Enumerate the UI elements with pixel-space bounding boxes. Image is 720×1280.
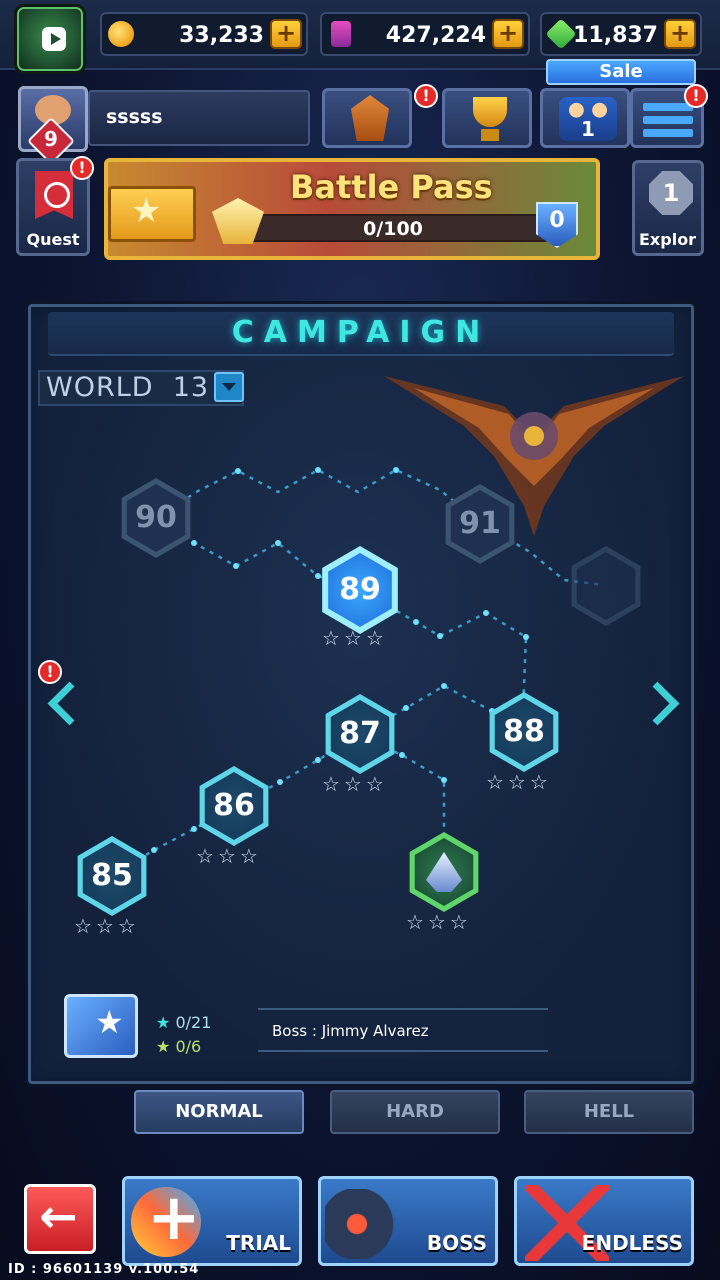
campaign-title: CAMPAIGN — [231, 315, 491, 350]
player-name: sssss — [106, 106, 163, 128]
quest-banner-icon — [35, 171, 73, 219]
star-icon: ★ — [156, 1013, 171, 1032]
star-requirement: ★ 0/21 — [156, 1013, 211, 1032]
bonus-requirement: ★ 0/6 — [156, 1037, 201, 1056]
card-counter: 427,224 + — [320, 12, 530, 56]
play-icon — [42, 27, 66, 51]
rank-alert-icon: ! — [414, 84, 438, 108]
stage-85[interactable]: 85 — [72, 836, 152, 916]
gem-counter: 11,837 + — [540, 12, 702, 56]
battle-pass-level: 0 — [549, 208, 565, 233]
bonus-star-icon: ★ — [156, 1037, 171, 1056]
explore-button[interactable]: 1 Explor — [632, 160, 704, 256]
trophy-icon — [473, 97, 507, 127]
stage-89-stars: ☆☆☆ — [322, 626, 388, 650]
stage-number: 91 — [459, 506, 501, 541]
stage-87-stars: ☆☆☆ — [322, 772, 388, 796]
quest-label: Quest — [26, 230, 80, 249]
stars-required-value: 0/21 — [175, 1013, 212, 1032]
trial-label: TRIAL — [226, 1231, 291, 1255]
add-coins-button[interactable]: + — [270, 19, 302, 49]
gem-icon — [545, 18, 577, 50]
reward-chest-icon[interactable] — [64, 994, 138, 1058]
stage-locked-next — [566, 546, 646, 626]
bonus-stars-value: 0/6 — [175, 1037, 202, 1056]
endless-mode-button[interactable]: ENDLESS — [514, 1176, 694, 1266]
trophy-button[interactable] — [442, 88, 532, 148]
back-button[interactable] — [24, 1184, 96, 1254]
explore-label: Explor — [639, 230, 697, 249]
stage-86[interactable]: 86 — [194, 766, 274, 846]
stage-88[interactable]: 88 — [484, 692, 564, 772]
tab-hell[interactable]: HELL — [524, 1090, 694, 1134]
boss-phoenix-icon — [384, 376, 684, 536]
coin-counter: 33,233 + — [100, 12, 308, 56]
battle-pass-progress-text: 0/100 — [363, 218, 423, 240]
stage-boss-stars: ☆☆☆ — [406, 910, 472, 934]
stage-number: 89 — [339, 572, 381, 607]
player-level: 9 — [44, 127, 58, 151]
gem-value: 11,837 — [573, 23, 658, 48]
tab-normal[interactable]: NORMAL — [134, 1090, 304, 1134]
stage-91[interactable]: 91 — [440, 484, 520, 564]
coin-value: 33,233 — [179, 23, 264, 48]
explore-count: 1 — [662, 179, 680, 207]
player-id-version: ID : 96601139 v.100.54 — [8, 1262, 200, 1277]
card-value: 427,224 — [385, 23, 486, 48]
team-button[interactable]: 1 — [540, 88, 630, 148]
boss-eye-icon — [325, 1189, 405, 1259]
battle-pass-progress-bar: 0/100 — [238, 214, 548, 242]
rank-icon — [351, 95, 389, 141]
trial-mode-button[interactable]: TRIAL — [122, 1176, 302, 1266]
world-alert-icon: ! — [38, 660, 62, 684]
stage-boss[interactable] — [404, 832, 484, 912]
tab-hard[interactable]: HARD — [330, 1090, 500, 1134]
prev-world-arrow-icon[interactable] — [42, 684, 82, 724]
add-gems-button[interactable]: + — [664, 19, 696, 49]
stage-number: 90 — [135, 500, 177, 535]
sale-badge[interactable]: Sale — [546, 59, 696, 85]
boss-mode-button[interactable]: BOSS — [318, 1176, 498, 1266]
stage-number: 88 — [503, 714, 545, 749]
stage-number: 85 — [91, 858, 133, 893]
stage-87[interactable]: 87 — [320, 694, 400, 774]
team-count: 1 — [581, 117, 595, 141]
game-logo-icon[interactable] — [14, 4, 86, 74]
world-label: WORLD 13 — [46, 372, 210, 403]
stage-90[interactable]: 90 — [116, 478, 196, 558]
rank-button[interactable] — [322, 88, 412, 148]
next-world-arrow-icon[interactable] — [640, 684, 680, 724]
world-dropdown-icon[interactable] — [214, 372, 244, 402]
stage-86-stars: ☆☆☆ — [196, 844, 262, 868]
stage-85-stars: ☆☆☆ — [74, 914, 140, 938]
coin-icon — [108, 21, 134, 47]
card-icon — [331, 21, 351, 47]
battle-pass-banner[interactable]: 0/100 0 Battle Pass — [104, 158, 600, 260]
battle-pass-title: Battle Pass — [290, 168, 493, 206]
boss-name-label: Boss : Jimmy Alvarez — [272, 1022, 429, 1040]
trial-plus-icon — [131, 1181, 201, 1257]
stage-number: 86 — [213, 788, 255, 823]
stage-88-stars: ☆☆☆ — [486, 770, 552, 794]
endless-label: ENDLESS — [581, 1231, 683, 1255]
quest-alert-icon: ! — [70, 156, 94, 180]
battle-pass-ticket-icon — [108, 186, 196, 242]
hamburger-icon — [643, 103, 693, 111]
stage-89[interactable]: 89 — [316, 546, 404, 634]
menu-alert-icon: ! — [684, 84, 708, 108]
add-cards-button[interactable]: + — [492, 19, 524, 49]
stage-number: 87 — [339, 716, 381, 751]
boss-label: BOSS — [426, 1231, 487, 1255]
